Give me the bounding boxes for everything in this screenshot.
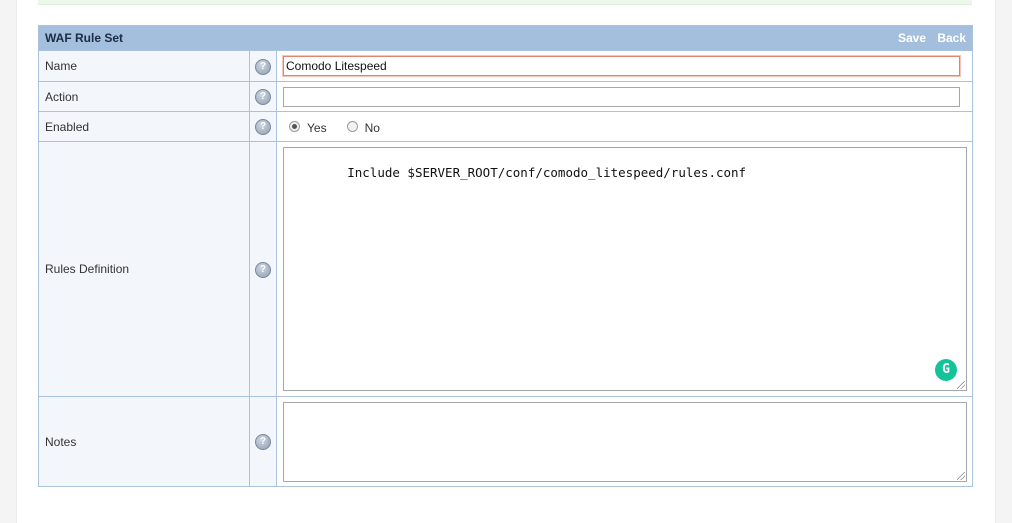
rules-definition-label: Rules Definition xyxy=(38,141,250,397)
grammarly-icon[interactable]: G xyxy=(935,359,957,381)
resize-grip-icon[interactable] xyxy=(957,471,965,480)
help-cell: ? xyxy=(249,111,277,142)
action-cell xyxy=(275,81,974,112)
action-label: Action xyxy=(38,81,250,112)
help-icon[interactable]: ? xyxy=(255,119,271,135)
enabled-no-label[interactable]: No xyxy=(365,121,380,135)
name-cell xyxy=(275,50,974,82)
form-header: WAF Rule Set Save Back xyxy=(37,25,974,51)
enabled-yes-label[interactable]: Yes xyxy=(307,121,327,135)
save-button[interactable]: Save xyxy=(898,31,926,45)
row-action: Action ? xyxy=(38,81,974,112)
help-icon[interactable]: ? xyxy=(255,261,271,278)
form-title: WAF Rule Set xyxy=(45,31,124,45)
row-enabled: Enabled ? Yes No xyxy=(38,111,974,142)
rules-definition-cell: Include $SERVER_ROOT/conf/comodo_litespe… xyxy=(275,141,974,397)
top-banner xyxy=(38,0,972,5)
rules-definition-textarea[interactable]: Include $SERVER_ROOT/conf/comodo_litespe… xyxy=(283,147,967,391)
enabled-radio-group: Yes No xyxy=(283,117,966,137)
help-cell: ? xyxy=(249,81,277,112)
enabled-yes-radio[interactable] xyxy=(289,121,300,132)
help-icon[interactable]: ? xyxy=(255,89,271,105)
help-cell: ? xyxy=(249,141,277,397)
enabled-label: Enabled xyxy=(38,111,250,142)
back-button[interactable]: Back xyxy=(937,31,966,45)
enabled-no-radio[interactable] xyxy=(346,121,358,132)
help-cell: ? xyxy=(249,50,277,82)
waf-rule-set-form: WAF Rule Set Save Back Name ? Action ? E… xyxy=(37,25,974,487)
name-input[interactable] xyxy=(283,56,960,76)
row-notes: Notes ? xyxy=(38,396,974,487)
notes-cell xyxy=(275,396,974,487)
form-actions: Save Back xyxy=(890,26,966,50)
enabled-cell: Yes No xyxy=(275,111,974,142)
help-icon[interactable]: ? xyxy=(255,434,271,450)
notes-label: Notes xyxy=(38,396,250,487)
help-cell: ? xyxy=(249,396,277,487)
row-rules-definition: Rules Definition ? Include $SERVER_ROOT/… xyxy=(38,141,974,397)
notes-textarea[interactable] xyxy=(283,401,967,482)
rules-definition-text: Include $SERVER_ROOT/conf/comodo_litespe… xyxy=(347,165,747,180)
action-input[interactable] xyxy=(283,86,960,107)
help-icon[interactable]: ? xyxy=(255,58,271,75)
resize-grip-icon[interactable] xyxy=(957,381,965,389)
name-label: Name xyxy=(38,50,250,82)
row-name: Name ? xyxy=(38,50,974,82)
